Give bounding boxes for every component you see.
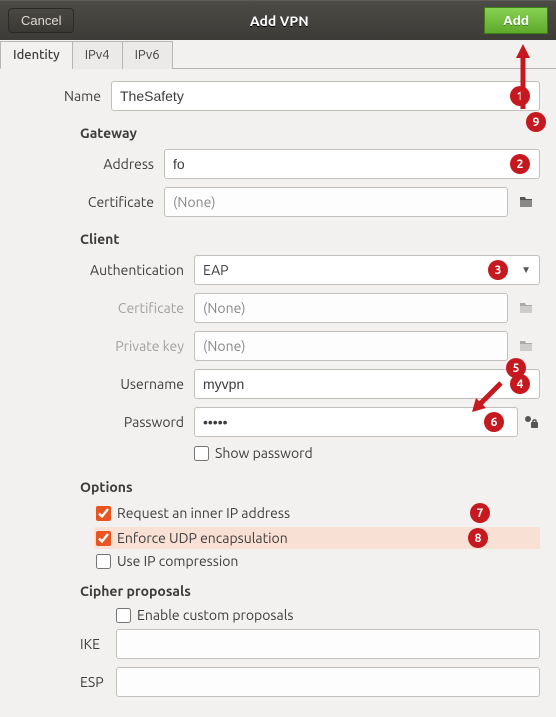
client-cert-select: (None) bbox=[194, 293, 508, 323]
section-cipher: Cipher proposals bbox=[80, 583, 540, 599]
enable-custom-checkbox[interactable] bbox=[116, 608, 131, 623]
annotation-badge-2: 2 bbox=[510, 154, 530, 174]
password-label: Password bbox=[16, 414, 194, 430]
name-input[interactable] bbox=[111, 81, 540, 111]
ip-compression-checkbox[interactable] bbox=[96, 554, 111, 569]
cancel-button[interactable]: Cancel bbox=[8, 8, 74, 33]
enforce-udp-label: Enforce UDP encapsulation bbox=[117, 530, 288, 546]
ike-input bbox=[116, 629, 540, 659]
annotation-badge-8: 8 bbox=[468, 528, 488, 548]
ike-label: IKE bbox=[16, 636, 116, 652]
enable-custom-label: Enable custom proposals bbox=[137, 607, 293, 623]
privkey-label: Private key bbox=[16, 338, 194, 354]
gw-certificate-label: Certificate bbox=[16, 194, 164, 210]
esp-label: ESP bbox=[16, 674, 116, 690]
address-label: Address bbox=[16, 156, 164, 172]
annotation-badge-1: 1 bbox=[510, 86, 530, 106]
esp-input bbox=[116, 667, 540, 697]
section-options: Options bbox=[80, 479, 540, 495]
add-button[interactable]: Add bbox=[484, 7, 548, 34]
username-input[interactable] bbox=[194, 369, 540, 399]
client-cert-label: Certificate bbox=[16, 300, 194, 316]
file-open-icon bbox=[512, 331, 540, 361]
tab-ipv6[interactable]: IPv6 bbox=[122, 41, 173, 69]
gw-certificate-select[interactable]: (None) bbox=[164, 187, 508, 217]
tab-ipv4[interactable]: IPv4 bbox=[72, 41, 123, 69]
password-storage-icon[interactable] bbox=[522, 407, 540, 437]
password-input[interactable] bbox=[194, 407, 518, 437]
show-password-checkbox[interactable] bbox=[194, 446, 209, 461]
section-gateway: Gateway bbox=[80, 125, 540, 141]
annotation-badge-7: 7 bbox=[470, 503, 490, 523]
auth-value: EAP bbox=[203, 262, 229, 278]
tab-identity[interactable]: Identity bbox=[0, 41, 73, 69]
tab-content: Name 1 Gateway Address 2 Certificate (No… bbox=[0, 69, 556, 717]
tabs: Identity IPv4 IPv6 bbox=[0, 40, 556, 69]
enforce-udp-checkbox[interactable] bbox=[96, 531, 111, 546]
title-bar: Cancel Add VPN Add bbox=[0, 0, 556, 40]
username-label: Username bbox=[16, 376, 194, 392]
auth-label: Authentication bbox=[16, 262, 194, 278]
name-label: Name bbox=[16, 88, 111, 104]
annotation-badge-3: 3 bbox=[488, 260, 508, 280]
ip-compression-label: Use IP compression bbox=[117, 553, 238, 569]
privkey-select: (None) bbox=[194, 331, 508, 361]
file-open-icon[interactable] bbox=[512, 187, 540, 217]
annotation-badge-6: 6 bbox=[484, 412, 504, 432]
file-open-icon bbox=[512, 293, 540, 323]
annotation-badge-4: 4 bbox=[510, 374, 530, 394]
request-inner-label: Request an inner IP address bbox=[117, 505, 290, 521]
show-password-label: Show password bbox=[215, 445, 313, 461]
window-title: Add VPN bbox=[74, 13, 484, 29]
request-inner-checkbox[interactable] bbox=[96, 506, 111, 521]
address-input[interactable] bbox=[164, 149, 540, 179]
chevron-down-icon: ▼ bbox=[521, 264, 531, 276]
section-client: Client bbox=[80, 231, 540, 247]
